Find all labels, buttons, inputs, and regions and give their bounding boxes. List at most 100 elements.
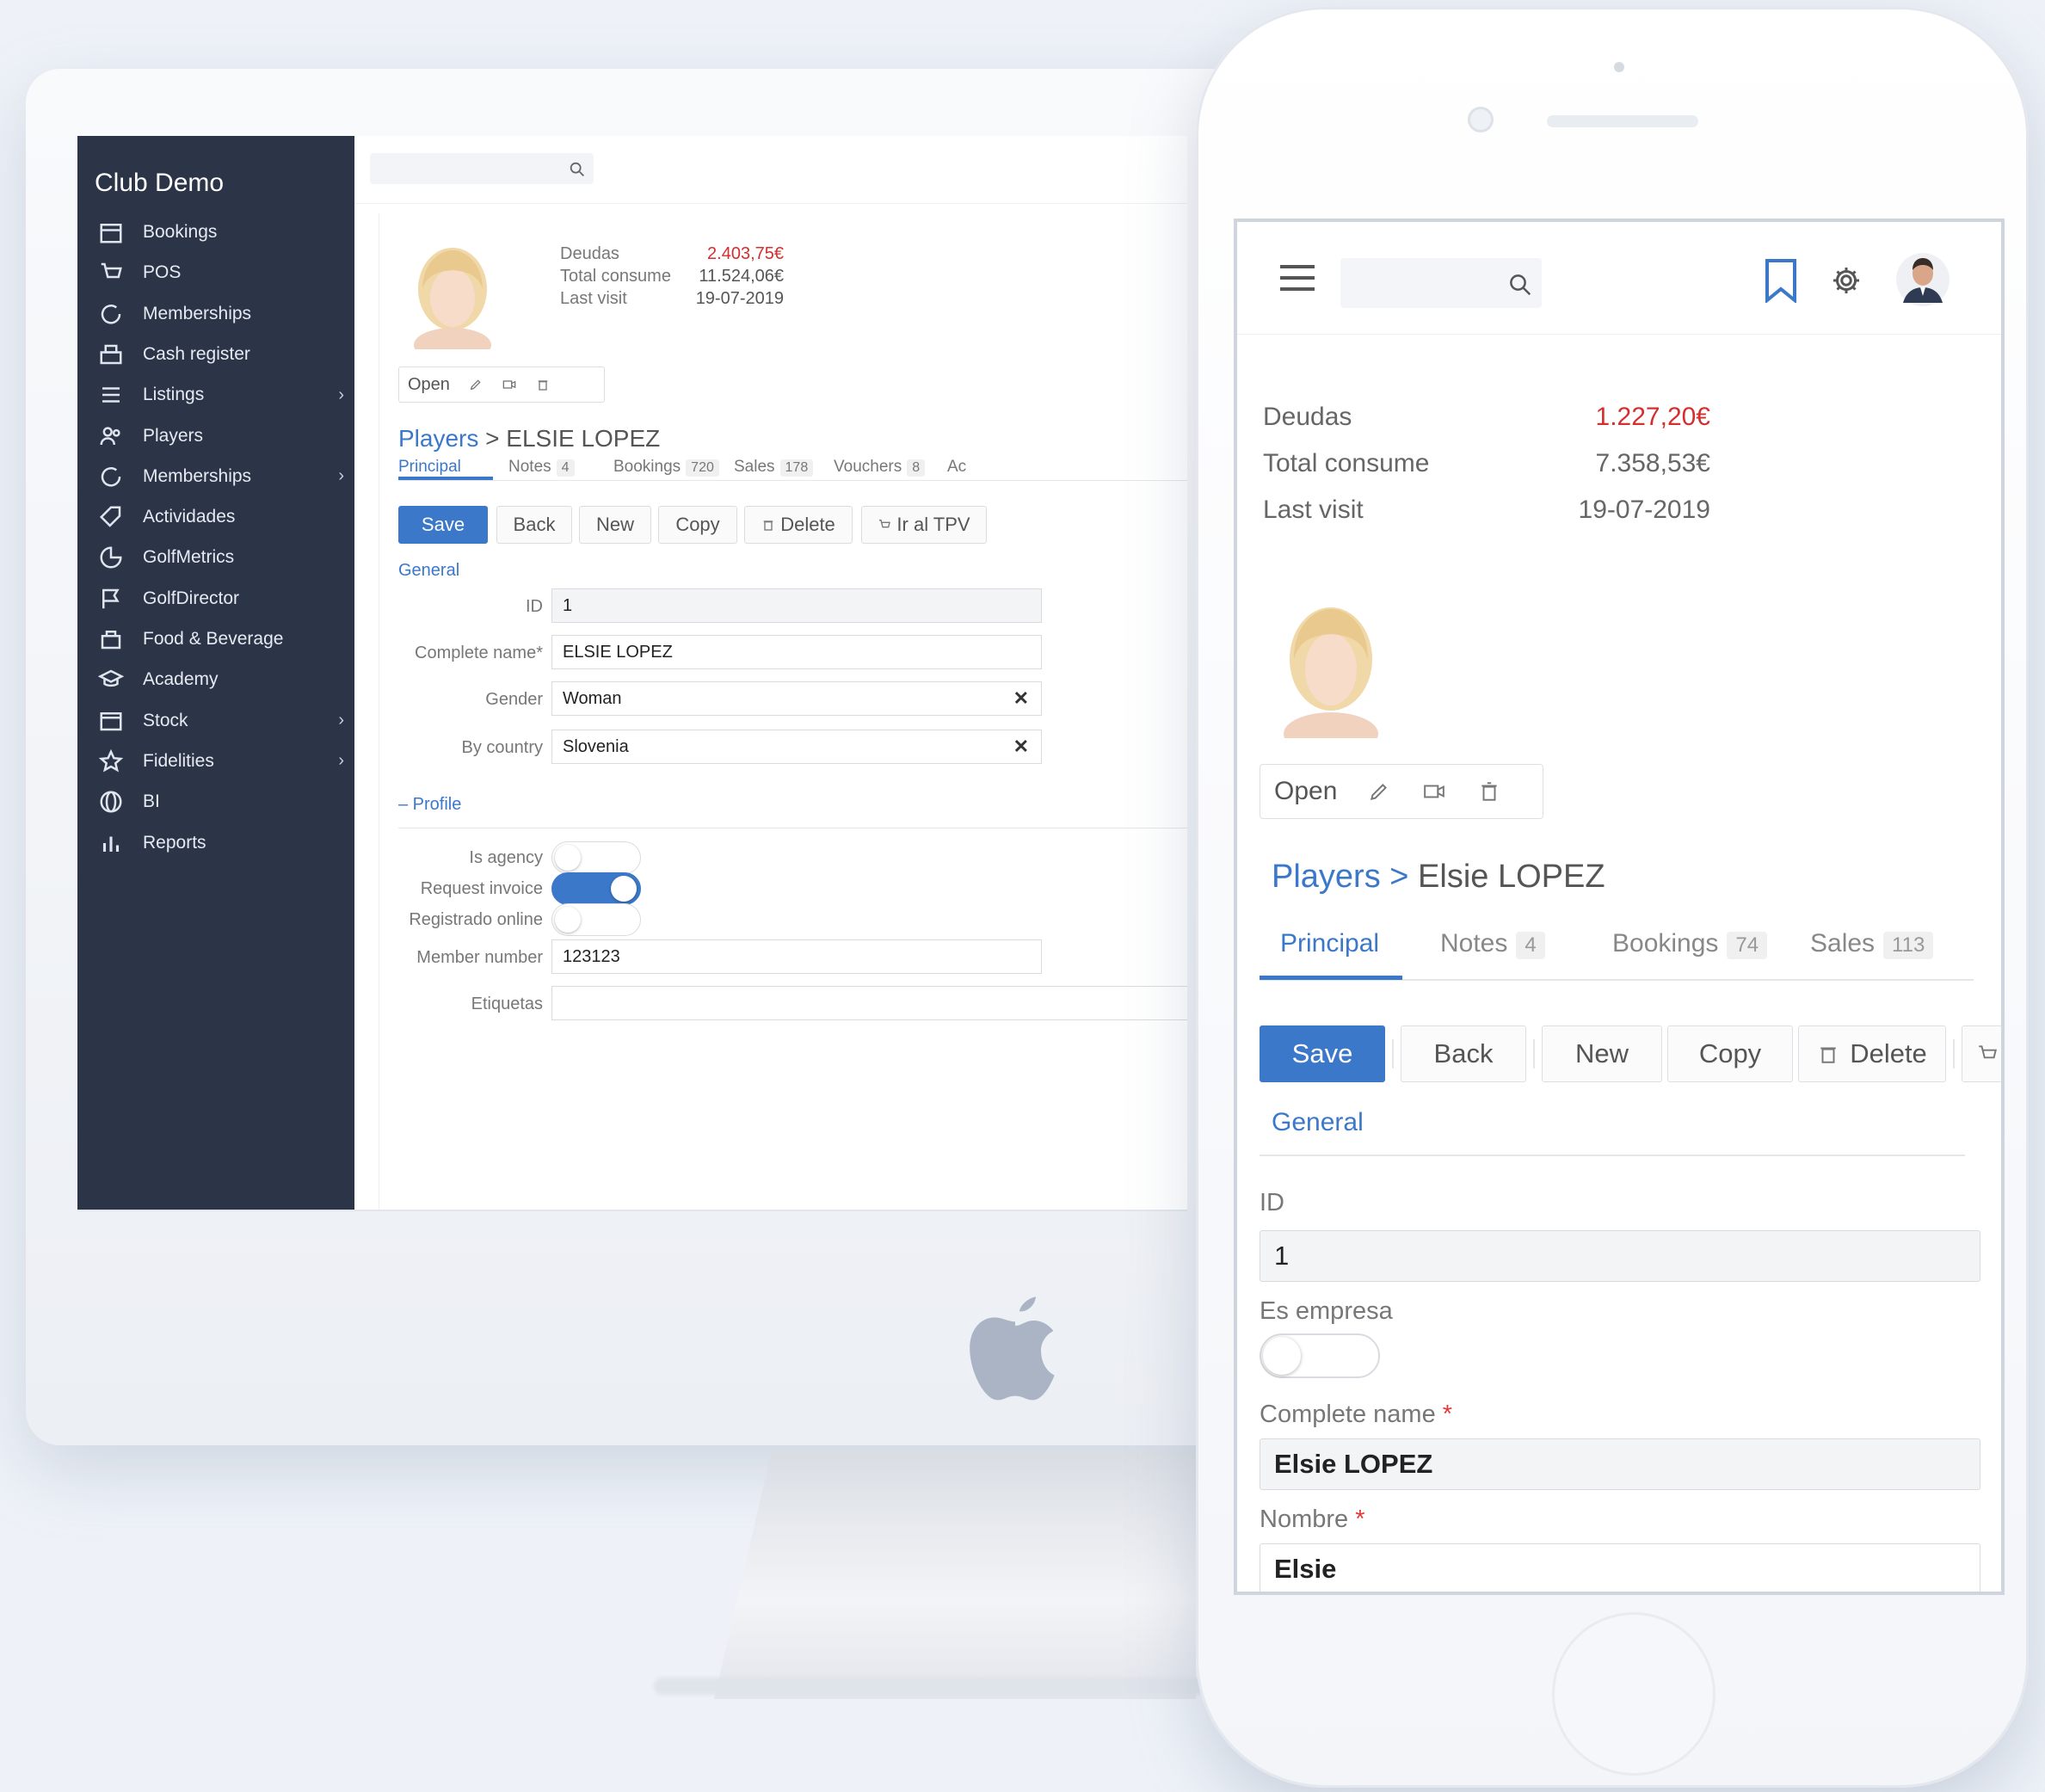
save-button[interactable]: Save: [1260, 1025, 1385, 1082]
tab-count-badge: 113: [1883, 932, 1934, 959]
sidebar-item-academy[interactable]: Academy: [95, 662, 344, 697]
bar-chart-icon: [95, 828, 127, 858]
tab-principal[interactable]: Principal: [398, 458, 461, 477]
sidebar-item-pos[interactable]: POS: [95, 256, 344, 290]
id-field[interactable]: 1: [1260, 1230, 1980, 1282]
sidebar-item-cash-register[interactable]: Cash register: [95, 337, 344, 372]
delete-button[interactable]: Delete: [744, 506, 853, 544]
tab-count-badge: 4: [556, 459, 575, 477]
stat-value: 7.358,53€: [1595, 449, 1710, 477]
switch-toggle[interactable]: [551, 903, 641, 936]
stat-value: 11.524,06€: [699, 267, 784, 286]
id-field[interactable]: 1: [551, 588, 1042, 623]
section-general[interactable]: General: [398, 561, 459, 581]
sidebar-item-listings[interactable]: Listings ›: [95, 378, 344, 412]
mobile-header: [1237, 222, 2001, 335]
member-number-field[interactable]: 123123: [551, 939, 1042, 974]
stat-value: 1.227,20€: [1595, 403, 1710, 431]
search-input[interactable]: [370, 153, 594, 184]
open-button[interactable]: Open: [408, 375, 450, 395]
tab-vouchers[interactable]: Vouchers 8: [834, 458, 926, 477]
section-general[interactable]: General: [1272, 1108, 1364, 1137]
list-icon: [95, 380, 127, 410]
id-label: ID: [1260, 1189, 1284, 1216]
sidebar-item-reports[interactable]: Reports: [95, 826, 344, 860]
bookmark-icon[interactable]: [1764, 258, 1798, 303]
sidebar-item-golfmetrics[interactable]: GolfMetrics: [95, 540, 344, 575]
toggle-knob: [555, 845, 581, 871]
delete-button[interactable]: Delete: [1798, 1025, 1946, 1082]
pencil-icon[interactable]: [469, 378, 483, 391]
copy-button[interactable]: Copy: [1667, 1025, 1793, 1082]
tab-bookings[interactable]: Bookings 720: [613, 458, 719, 477]
complete-name-label: Complete name*: [415, 644, 543, 662]
toggle-label: Request invoice: [420, 879, 543, 898]
sidebar-item-label: Actividades: [143, 507, 236, 527]
sidebar-item-fidelities[interactable]: Fidelities ›: [95, 744, 344, 779]
tab-principal[interactable]: Principal: [1280, 929, 1379, 958]
tab-sales[interactable]: Sales 178: [734, 458, 814, 477]
sidebar-item-players[interactable]: Players: [95, 419, 344, 453]
tab-sales[interactable]: Sales 113: [1810, 929, 1934, 959]
clear-icon[interactable]: ✕: [1013, 736, 1029, 758]
open-button[interactable]: Open: [1274, 777, 1337, 806]
go-to-tpv-button[interactable]: Ir al TPV: [861, 506, 987, 544]
tab-label: Bookings: [613, 458, 681, 476]
section-profile[interactable]: – Profile: [398, 795, 461, 815]
user-avatar[interactable]: [1896, 253, 1950, 306]
camera-icon[interactable]: [502, 378, 517, 391]
breadcrumb-players[interactable]: Players: [398, 425, 478, 452]
switch-toggle[interactable]: [551, 872, 641, 905]
tab-label: Ac: [947, 458, 967, 476]
section-divider: [1260, 1155, 1965, 1156]
save-button[interactable]: Save: [398, 506, 488, 544]
es-empresa-toggle[interactable]: [1260, 1333, 1380, 1378]
search-icon[interactable]: [568, 160, 587, 179]
trash-icon[interactable]: [1478, 780, 1500, 803]
nombre-field[interactable]: Elsie: [1260, 1543, 1980, 1592]
sidebar-item-food-beverage[interactable]: Food & Beverage: [95, 622, 344, 656]
complete-name-field[interactable]: ELSIE LOPEZ: [551, 635, 1042, 669]
es-empresa-label: Es empresa: [1260, 1297, 1393, 1325]
switch-toggle[interactable]: [551, 841, 641, 874]
gear-icon[interactable]: [1831, 265, 1862, 296]
tpv-button[interactable]: [1962, 1025, 2001, 1082]
tab-notes[interactable]: Notes 4: [1440, 929, 1545, 959]
tab-bookings[interactable]: Bookings 74: [1612, 929, 1768, 959]
search-icon[interactable]: [1507, 272, 1533, 298]
breadcrumb-current: ELSIE LOPEZ: [506, 425, 661, 452]
sidebar-item-memberships[interactable]: Memberships ›: [95, 459, 344, 494]
copy-button[interactable]: Copy: [658, 506, 737, 544]
home-button[interactable]: [1552, 1612, 1715, 1776]
back-button[interactable]: Back: [1401, 1025, 1526, 1082]
new-button[interactable]: New: [579, 506, 651, 544]
camera-icon[interactable]: [1421, 780, 1447, 803]
phone-screen: Deudas 1.227,20€ Total consume 7.358,53€ Las…: [1234, 219, 2005, 1595]
complete-name-label: Complete name *: [1260, 1401, 1452, 1429]
flag-icon: [95, 584, 127, 613]
clear-icon[interactable]: ✕: [1013, 687, 1029, 710]
pencil-icon[interactable]: [1368, 780, 1390, 803]
hamburger-menu-icon[interactable]: [1280, 263, 1315, 293]
tab-ac[interactable]: Ac: [947, 458, 966, 477]
avatar-toolbar: Open: [1260, 764, 1543, 819]
complete-name-field[interactable]: Elsie LOPEZ: [1260, 1438, 1980, 1490]
tab-notes[interactable]: Notes 4: [508, 458, 575, 477]
sidebar-item-golfdirector[interactable]: GolfDirector: [95, 582, 344, 616]
country-select[interactable]: Slovenia ✕: [551, 730, 1042, 764]
gender-select[interactable]: Woman ✕: [551, 681, 1042, 716]
sidebar-item-bookings[interactable]: Bookings: [95, 215, 344, 249]
new-button[interactable]: New: [1542, 1025, 1662, 1082]
trash-icon[interactable]: [536, 378, 550, 391]
delete-label: Delete: [1850, 1038, 1927, 1068]
sidebar-item-memberships[interactable]: Memberships: [95, 297, 344, 331]
button-separator: [1953, 1039, 1955, 1068]
desktop-screen: Club Demo Bookings POS Memberships Cash reg…: [77, 136, 1187, 1210]
sidebar-item-actividades[interactable]: Actividades: [95, 500, 344, 534]
breadcrumb-players[interactable]: Players: [1272, 859, 1381, 895]
back-button[interactable]: Back: [496, 506, 572, 544]
chevron-right-icon: ›: [338, 385, 344, 404]
sidebar-item-bi[interactable]: BI: [95, 785, 344, 819]
etiquetas-field[interactable]: [551, 986, 1187, 1020]
sidebar-item-stock[interactable]: Stock ›: [95, 704, 344, 738]
